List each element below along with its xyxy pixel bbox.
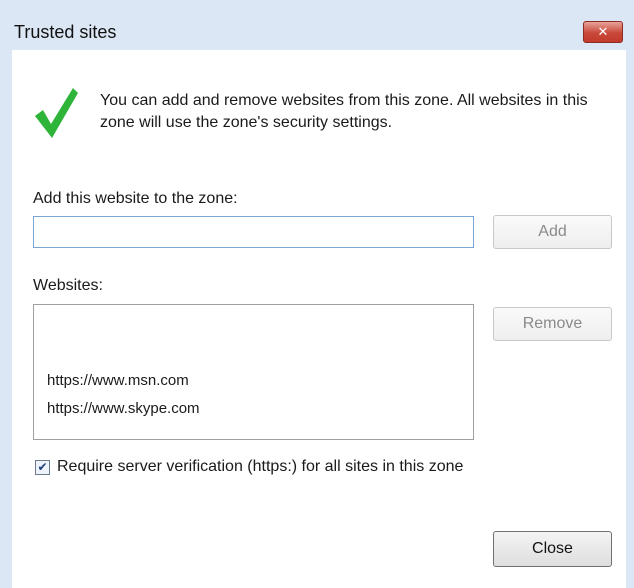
websites-list[interactable]: https://www.msn.com https://www.skype.co…	[33, 304, 474, 440]
remove-button[interactable]: Remove	[493, 307, 612, 341]
server-verification-row[interactable]: ✔ Require server verification (https:) f…	[35, 458, 463, 476]
server-verification-checkbox[interactable]: ✔	[35, 459, 50, 475]
list-item[interactable]: https://www.msn.com	[47, 372, 189, 389]
server-verification-label: Require server verification (https:) for…	[57, 458, 464, 475]
trusted-sites-dialog: Trusted sites ✕ You can add and remove w…	[0, 0, 634, 588]
window-title: Trusted sites	[14, 22, 117, 42]
checkmark-icon	[35, 88, 78, 138]
website-url-input[interactable]	[33, 216, 474, 248]
intro-text: You can add and remove websites from thi…	[100, 92, 588, 131]
add-button[interactable]: Add	[493, 215, 612, 249]
window-frame-left	[0, 0, 12, 588]
close-button[interactable]: Close	[493, 531, 612, 567]
close-icon[interactable]: ✕	[583, 21, 623, 43]
window-frame-right	[626, 0, 634, 588]
list-item[interactable]: https://www.skype.com	[47, 400, 200, 417]
websites-label: Websites:	[33, 277, 103, 294]
add-website-label: Add this website to the zone:	[33, 190, 238, 207]
